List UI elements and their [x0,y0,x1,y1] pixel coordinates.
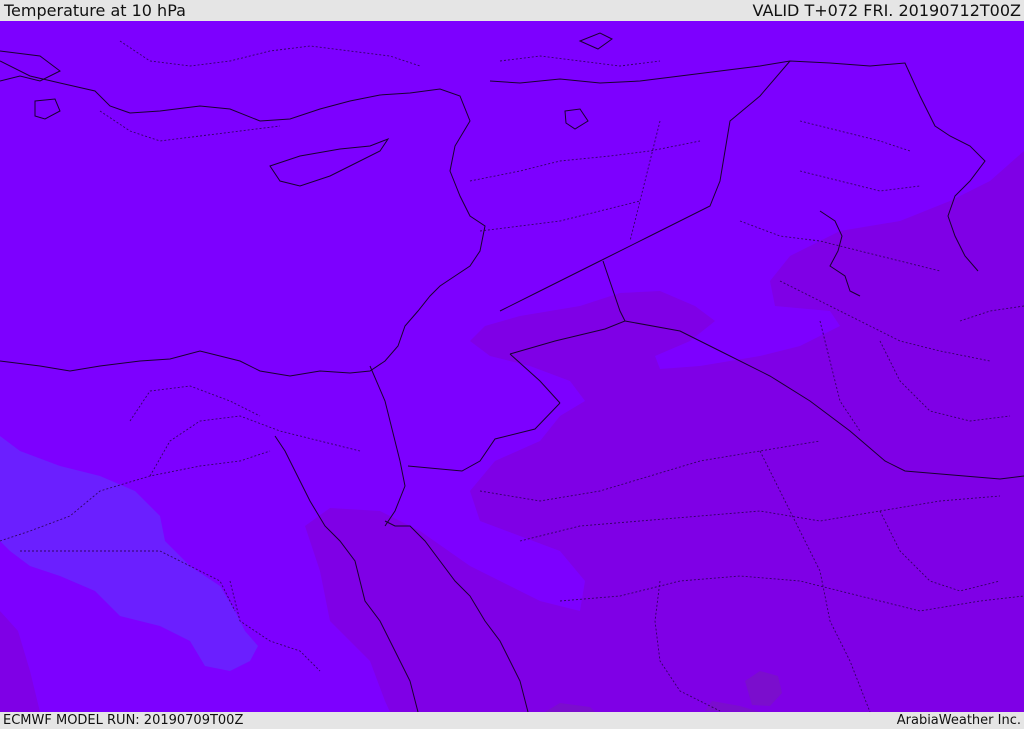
footer-bar: ECMWF MODEL RUN: 20190709T00Z ArabiaWeat… [0,712,1024,729]
temperature-map[interactable] [0,21,1024,712]
model-run: ECMWF MODEL RUN: 20190709T00Z [3,713,244,728]
valid-time: VALID T+072 FRI. 20190712T00Z [752,1,1021,20]
header-bar: Temperature at 10 hPa VALID T+072 FRI. 2… [0,0,1024,21]
map-title: Temperature at 10 hPa [4,1,186,20]
map-canvas [0,21,1024,712]
credit: ArabiaWeather Inc. [896,713,1021,728]
